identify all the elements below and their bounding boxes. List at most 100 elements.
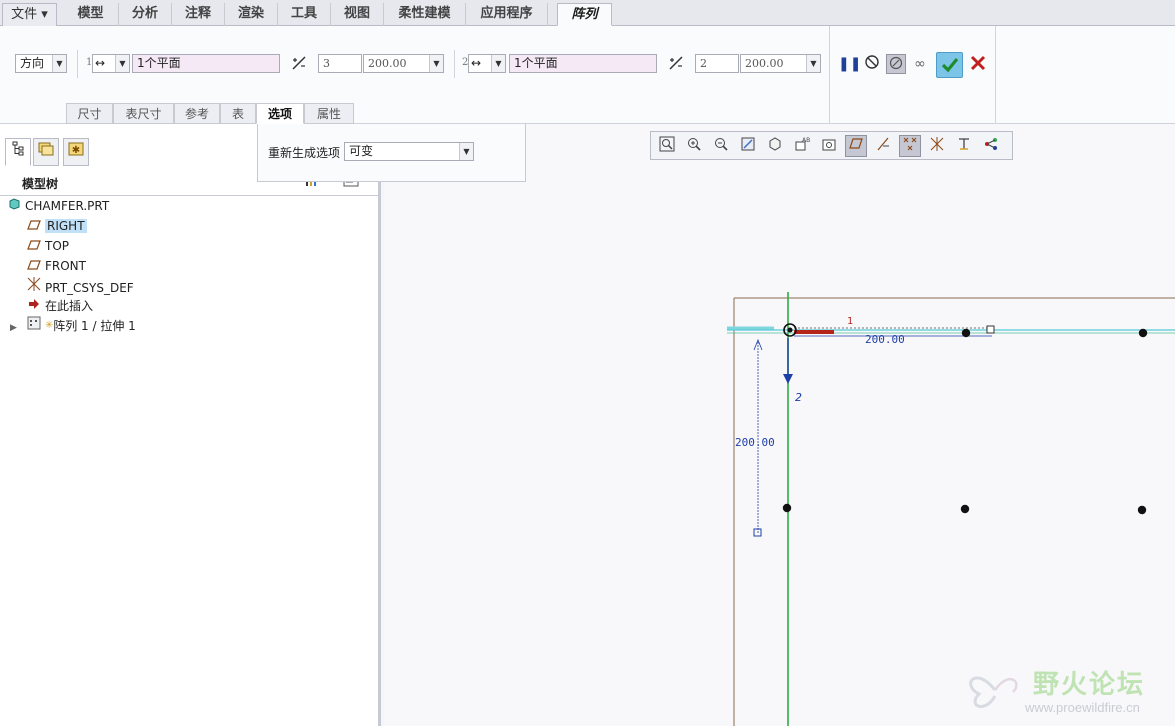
subtab-table-dimensions[interactable]: 表尺寸: [113, 103, 174, 124]
dir1-spacing-field[interactable]: 200.00 ▼: [363, 54, 444, 73]
divider: [454, 50, 455, 78]
pattern-member-dot[interactable]: [782, 503, 792, 513]
no-preview-icon[interactable]: [862, 54, 882, 74]
butterfly-logo-icon: [969, 676, 1018, 708]
tree-item-front[interactable]: FRONT: [26, 256, 86, 276]
flip-direction-icon[interactable]: [666, 54, 686, 74]
tab-render[interactable]: 渲染: [225, 3, 278, 26]
dimension-horizontal[interactable]: 200.00: [865, 333, 905, 346]
confirm-button[interactable]: [936, 52, 963, 78]
dir1-count-field[interactable]: 3: [318, 54, 362, 73]
view-manager-icon[interactable]: [818, 135, 840, 157]
pattern-type-select[interactable]: 方向 ▼: [15, 54, 67, 73]
chevron-down-icon: ▼: [52, 55, 66, 72]
ribbon-tab-bar: 文件 ▾ 模型 分析 注释 渲染 工具 视图 柔性建模 应用程序 阵列: [0, 0, 1175, 26]
tree-item-label: 在此插入: [45, 299, 94, 313]
display-style-icon[interactable]: [764, 135, 786, 157]
dimension-vertical[interactable]: 200.00: [735, 436, 775, 449]
subtab-references[interactable]: 参考: [174, 103, 220, 124]
tab-file[interactable]: 文件 ▾: [2, 3, 57, 26]
chevron-down-icon: ▼: [429, 55, 443, 72]
tree-item-part[interactable]: CHAMFER.PRT: [6, 196, 109, 216]
refit-icon[interactable]: [656, 135, 678, 157]
subtab-options[interactable]: 选项: [256, 103, 304, 124]
datum-plane-icon: [26, 256, 42, 276]
dir2-label: 2: [795, 391, 802, 404]
dir1-reference-field[interactable]: 1个平面: [132, 54, 280, 73]
divider: [77, 50, 78, 78]
options-panel: 重新生成选项 可变 ▼: [257, 124, 526, 182]
subtab-dimensions[interactable]: 尺寸: [66, 103, 113, 124]
dim-handle[interactable]: [986, 325, 995, 334]
translation-arrow-icon: ↔: [471, 56, 482, 70]
zoom-in-icon[interactable]: [683, 135, 705, 157]
axis-display-icon[interactable]: [872, 135, 894, 157]
tab-analysis[interactable]: 分析: [119, 3, 172, 26]
translation-arrow-icon: ↔: [95, 56, 106, 70]
spin-center-icon[interactable]: [980, 135, 1002, 157]
tree-item-csys[interactable]: PRT_CSYS_DEF: [26, 276, 134, 296]
tab-tools[interactable]: 工具: [278, 3, 331, 26]
cancel-button[interactable]: [968, 54, 988, 74]
pattern-member-dot[interactable]: [1138, 328, 1148, 338]
dir2-type-select[interactable]: ↔ ▼: [468, 54, 506, 73]
dir1-label: 1: [847, 316, 853, 327]
csys-display-icon[interactable]: [926, 135, 948, 157]
divider: [829, 26, 830, 124]
pattern-member-dot[interactable]: [1137, 505, 1147, 515]
tree-item-top[interactable]: TOP: [26, 236, 69, 256]
tree-item-label: FRONT: [45, 259, 86, 273]
verify-mode-icon[interactable]: [886, 54, 906, 74]
regenerate-options-select[interactable]: 可变 ▼: [344, 142, 474, 161]
repaint-icon[interactable]: [737, 135, 759, 157]
watermark-title: 野火论坛: [1033, 670, 1146, 700]
dir2-reference-field[interactable]: 1个平面: [509, 54, 657, 73]
dir2-count-field[interactable]: 2: [695, 54, 739, 73]
chevron-down-icon: ▼: [806, 55, 820, 72]
subtab-properties[interactable]: 属性: [304, 103, 354, 124]
regenerate-options-label: 重新生成选项: [268, 146, 341, 160]
pattern-member-dot[interactable]: [961, 328, 971, 338]
tree-item-insert-here[interactable]: 在此插入: [26, 296, 93, 316]
glasses-preview-icon[interactable]: ∞: [910, 54, 930, 74]
pattern-member-dot[interactable]: [960, 504, 970, 514]
tab-annotate[interactable]: 注释: [172, 3, 225, 26]
pattern-leader-dot: [787, 327, 793, 333]
zoom-out-icon[interactable]: [710, 135, 732, 157]
tab-model[interactable]: 模型: [63, 3, 119, 26]
part-icon: [6, 196, 22, 216]
chevron-down-icon: ▼: [115, 55, 129, 72]
datum-plane-icon: [26, 216, 42, 236]
tree-item-right[interactable]: RIGHT: [26, 216, 87, 236]
point-display-icon[interactable]: [899, 135, 921, 157]
saved-views-icon[interactable]: AB: [791, 135, 813, 157]
tab-view[interactable]: 视图: [331, 3, 384, 26]
dir2-spacing-field[interactable]: 200.00 ▼: [740, 54, 821, 73]
tree-item-label: PRT_CSYS_DEF: [45, 281, 134, 295]
tree-item-pattern[interactable]: ▶ ✳阵列 1 / 拉伸 1: [10, 316, 136, 336]
watermark: 野火论坛 www.proewildfire.cn: [965, 660, 1165, 720]
regenerate-star-icon: ✳: [44, 320, 54, 331]
dir1-type-select[interactable]: ↔ ▼: [92, 54, 130, 73]
annotation-display-icon[interactable]: [953, 135, 975, 157]
watermark-url: www.proewildfire.cn: [1025, 700, 1140, 715]
model-tree-tab-icon[interactable]: [5, 138, 31, 166]
plane-display-icon[interactable]: [845, 135, 867, 157]
subtab-table[interactable]: 表: [220, 103, 256, 124]
svg-text:AB: AB: [802, 137, 810, 144]
flip-direction-icon[interactable]: [289, 54, 309, 74]
dim-handle[interactable]: [753, 528, 762, 537]
tree-item-label: RIGHT: [45, 219, 87, 233]
csys-icon: [26, 276, 42, 298]
tree-item-label: CHAMFER.PRT: [25, 199, 110, 213]
tab-applications[interactable]: 应用程序: [466, 3, 548, 26]
favorites-tab-icon[interactable]: ✱: [63, 138, 89, 166]
pause-icon[interactable]: ❚❚: [838, 54, 861, 74]
dir2-arrow-icon: [783, 374, 793, 384]
folder-browser-tab-icon[interactable]: [33, 138, 59, 166]
expand-arrow-icon[interactable]: ▶: [10, 318, 22, 338]
model-tree-title: 模型树: [22, 177, 59, 191]
tab-flexible-modeling[interactable]: 柔性建模: [384, 3, 466, 26]
chevron-down-icon: ▼: [459, 143, 473, 160]
tab-pattern[interactable]: 阵列: [557, 3, 612, 26]
